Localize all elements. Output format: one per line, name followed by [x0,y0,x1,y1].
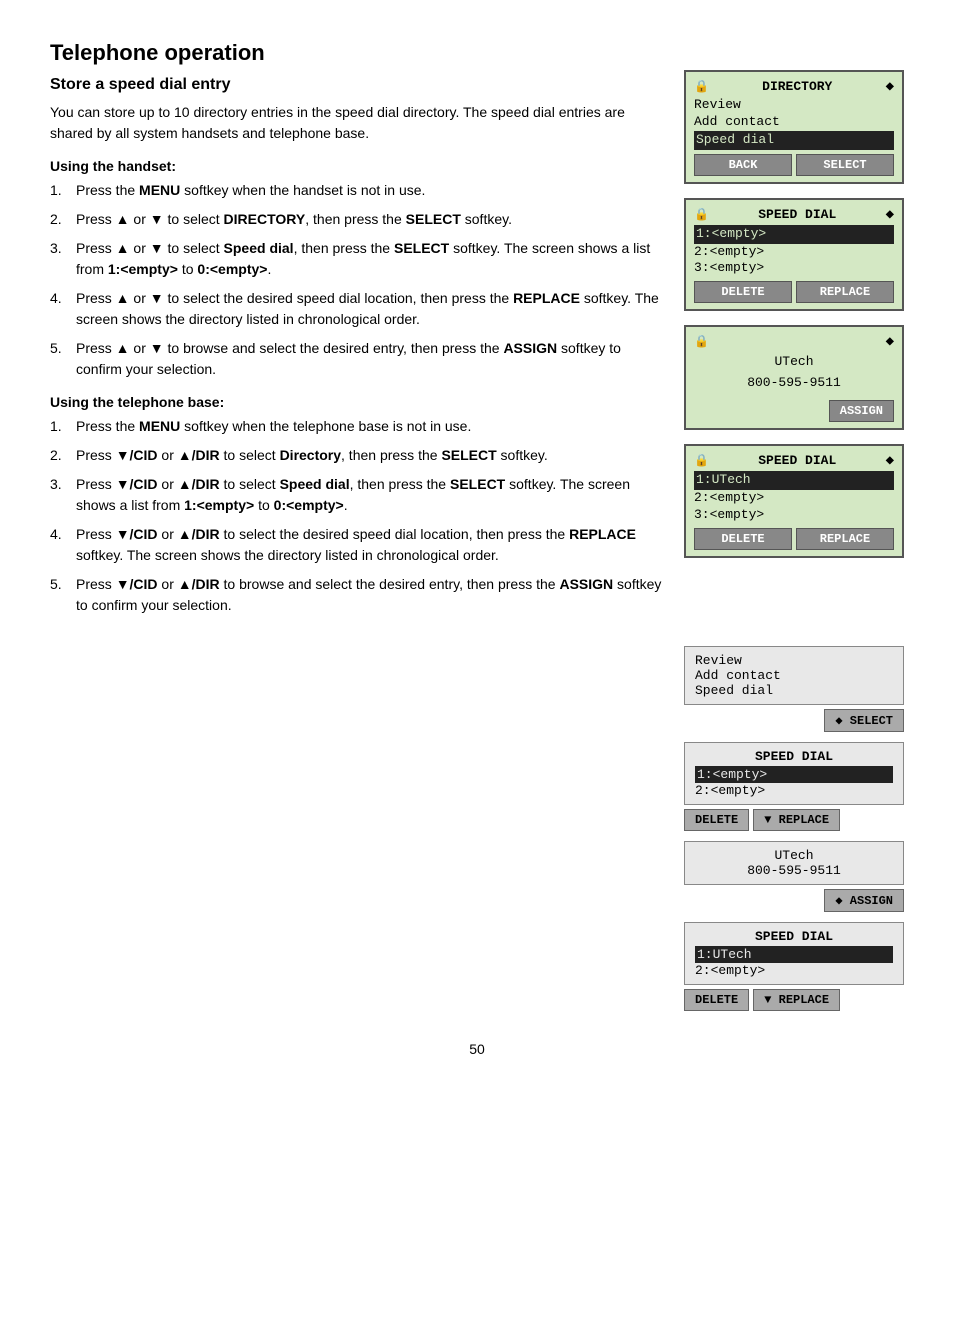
screen-row: Speed dial [695,683,893,698]
contact-name: UTech [694,352,894,373]
base-subtitle: Using the telephone base: [50,394,664,410]
screen-row-selected: 1:<empty> [694,225,894,244]
list-item: 1. Press the MENU softkey when the hands… [50,180,664,201]
handset-screen-2: 🔒 SPEED DIAL ◆ 1:<empty> 2:<empty> 3:<em… [684,198,904,316]
page-number: 50 [50,1041,904,1057]
page-title: Telephone operation [50,40,664,66]
handset-screen-1: 🔒 DIRECTORY ◆ Review Add contact Speed d… [684,70,904,188]
list-item: 2. Press ▲ or ▼ to select DIRECTORY, the… [50,209,664,230]
delete-softkey[interactable]: DELETE [684,989,749,1011]
screen-row-selected: 1:UTech [695,946,893,963]
list-item: 2. Press ▼/CID or ▲/DIR to select Direct… [50,445,664,466]
intro-text: You can store up to 10 directory entries… [50,102,664,144]
list-item: 3. Press ▼/CID or ▲/DIR to select Speed … [50,474,664,516]
base-steps-list: 1. Press the MENU softkey when the telep… [50,416,664,616]
replace-softkey[interactable]: ▼ REPLACE [753,809,840,831]
screen-row: Add contact [694,114,894,131]
list-item: 4. Press ▲ or ▼ to select the desired sp… [50,288,664,330]
screen-title: DIRECTORY [709,79,886,94]
assign-softkey[interactable]: ◆ ASSIGN [824,889,904,912]
handset-screen-4: 🔒 SPEED DIAL ◆ 1:UTech 2:<empty> 3:<empt… [684,444,904,562]
assign-softkey[interactable]: ASSIGN [829,400,894,422]
screen-title: SPEED DIAL [695,929,893,944]
screen-row: 2:<empty> [694,244,894,261]
replace-softkey[interactable]: REPLACE [796,281,894,303]
screen-row: 2:<empty> [695,963,893,978]
lock-icon: 🔒 [694,79,709,94]
screen-row: 2:<empty> [694,490,894,507]
screen-row: 3:<empty> [694,260,894,277]
screen-row-selected: Speed dial [694,131,894,150]
scroll-arrow: ◆ [886,333,894,350]
back-softkey[interactable]: BACK [694,154,792,176]
screen-row: 2:<empty> [695,783,893,798]
list-item: 1. Press the MENU softkey when the telep… [50,416,664,437]
select-softkey[interactable]: SELECT [796,154,894,176]
base-screen-3: UTech 800-595-9511 ◆ ASSIGN [684,841,904,912]
delete-softkey[interactable]: DELETE [694,528,792,550]
screen-title: SPEED DIAL [709,453,886,468]
screen-row-selected: 1:<empty> [695,766,893,783]
lock-icon: 🔒 [694,207,709,222]
screen-title: SPEED DIAL [695,749,893,764]
contact-number: 800-595-9511 [694,373,894,394]
screen-title: SPEED DIAL [709,207,886,222]
base-screen-1: Review Add contact Speed dial ◆ SELECT [684,646,904,732]
handset-screen-3: 🔒 ◆ UTech 800-595-9511 ASSIGN [684,325,904,434]
scroll-arrow: ◆ [886,78,894,95]
screen-row: Review [694,97,894,114]
delete-softkey[interactable]: DELETE [694,281,792,303]
base-screen-2: SPEED DIAL 1:<empty> 2:<empty> DELETE ▼ … [684,742,904,831]
list-item: 4. Press ▼/CID or ▲/DIR to select the de… [50,524,664,566]
lock-icon: 🔒 [694,453,709,468]
select-softkey[interactable]: ◆ SELECT [824,709,904,732]
scroll-arrow: ◆ [886,206,894,223]
handset-subtitle: Using the handset: [50,158,664,174]
contact-number: 800-595-9511 [695,863,893,878]
delete-softkey[interactable]: DELETE [684,809,749,831]
screen-row: Add contact [695,668,893,683]
list-item: 3. Press ▲ or ▼ to select Speed dial, th… [50,238,664,280]
list-item: 5. Press ▼/CID or ▲/DIR to browse and se… [50,574,664,616]
contact-name: UTech [695,848,893,863]
base-screen-4: SPEED DIAL 1:UTech 2:<empty> DELETE ▼ RE… [684,922,904,1011]
list-item: 5. Press ▲ or ▼ to browse and select the… [50,338,664,380]
screen-row-selected: 1:UTech [694,471,894,490]
replace-softkey[interactable]: ▼ REPLACE [753,989,840,1011]
handset-steps-list: 1. Press the MENU softkey when the hands… [50,180,664,380]
replace-softkey[interactable]: REPLACE [796,528,894,550]
screen-row: Review [695,653,893,668]
screen-row: 3:<empty> [694,507,894,524]
lock-icon: 🔒 [694,334,709,349]
scroll-arrow: ◆ [886,452,894,469]
section-title: Store a speed dial entry [50,76,664,94]
